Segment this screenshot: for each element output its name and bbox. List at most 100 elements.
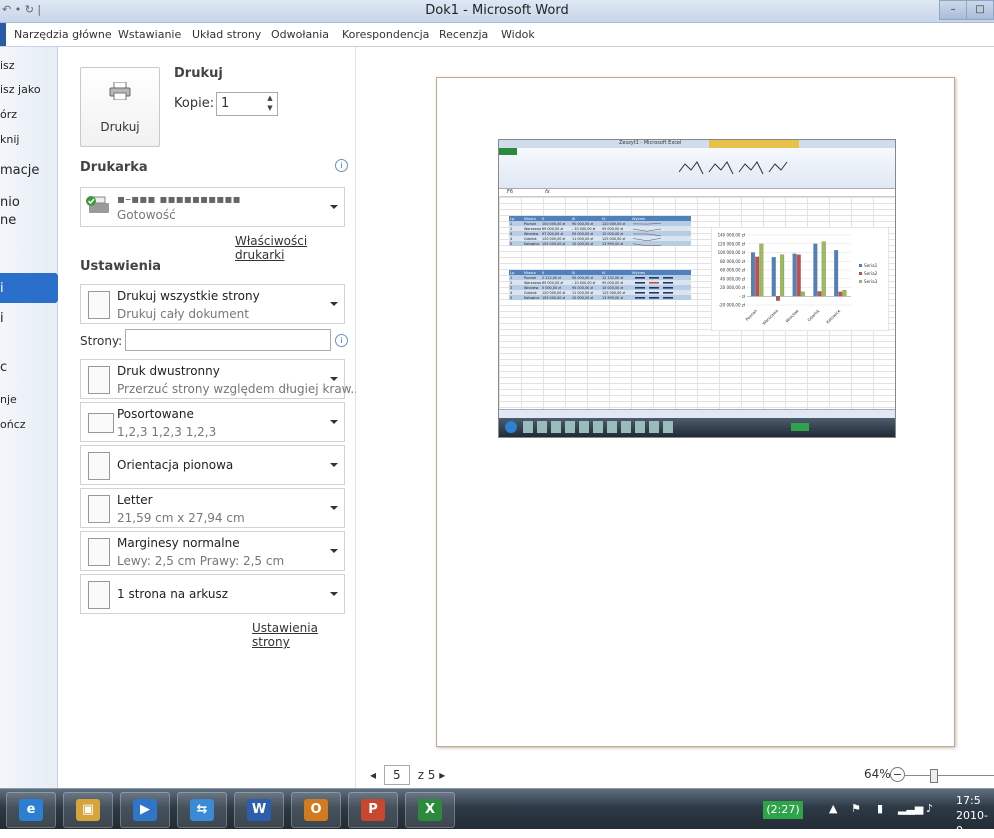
taskbar-app-word[interactable]: W	[234, 792, 284, 828]
paper-size-dropdown[interactable]: Letter 21,59 cm x 27,94 cm	[80, 488, 345, 528]
y-tick-label: 120 000,00 zł	[718, 241, 746, 246]
collate-dropdown[interactable]: Posortowane 1,2,3 1,2,3 1,2,3	[80, 402, 345, 442]
pages-info-icon[interactable]: i	[335, 334, 348, 347]
table1-cell: 120 000,00 zł	[602, 222, 625, 226]
nav-recent[interactable]: nio	[0, 195, 20, 210]
printer-info-icon[interactable]: i	[335, 159, 348, 172]
tab-insert[interactable]: Wstawianie	[118, 28, 181, 41]
table1-cell: 125 000,00 zł	[602, 237, 625, 241]
printer-dropdown[interactable]: ▪–▪▪▪ ▪▪▪▪▪▪▪▪▪▪ Gotowość	[80, 187, 345, 227]
pages-input[interactable]	[125, 329, 331, 351]
power-icon[interactable]: ▮	[877, 802, 883, 815]
chevron-down-icon	[330, 506, 338, 510]
embedded-taskbar	[499, 418, 895, 437]
taskbar-app-outlook[interactable]: O	[291, 792, 341, 828]
table2-cell: 5 000,00 zł	[542, 286, 561, 290]
clock-time: 17:5	[956, 794, 981, 807]
table1-cell: 120 000,00 zł	[542, 237, 565, 241]
preview-page: Zeszyt1 - Microsoft Excel F6 fx Lp. Miast…	[436, 77, 955, 747]
table2-cell: Wrocław	[524, 286, 538, 290]
nav-info[interactable]: macje	[0, 163, 39, 178]
table2-cell: 90 000,00 zł	[572, 276, 593, 280]
winloss-mark	[663, 282, 673, 284]
network-icon[interactable]: ▂▃▅	[898, 802, 923, 815]
zoom-out-icon[interactable]: −	[890, 767, 905, 782]
tab-mailings[interactable]: Korespondencja	[342, 28, 429, 41]
prev-page-icon[interactable]: ◂	[370, 768, 376, 782]
next-page-icon[interactable]: ▸	[439, 768, 445, 782]
current-page-input[interactable]: 5	[383, 765, 410, 785]
table1-cell: 13 999,00 zł	[602, 242, 623, 246]
zoom-slider-thumb[interactable]	[930, 769, 938, 783]
page-setup-link[interactable]: Ustawienia strony	[252, 621, 355, 649]
table1-cell: 10 000,00 zł	[602, 232, 623, 236]
taskbar-app-excel[interactable]: X	[405, 792, 455, 828]
legend-swatch	[859, 264, 862, 267]
table2-header	[509, 270, 691, 275]
print-range-dropdown[interactable]: Drukuj wszystkie strony Drukuj cały doku…	[80, 284, 345, 324]
orientation-label: Orientacja pionowa	[117, 458, 234, 472]
tab-view[interactable]: Widok	[501, 28, 535, 41]
print-button[interactable]: Drukuj	[80, 67, 160, 147]
table2-cell: Gdańsk	[524, 291, 537, 295]
nav-open[interactable]: órz	[0, 108, 17, 121]
orientation-dropdown[interactable]: Orientacja pionowa	[80, 445, 345, 485]
nav-help[interactable]: c	[0, 360, 7, 375]
explorer-icon: ▣	[76, 799, 100, 821]
table1-cell: 95 000,00 zł	[602, 227, 623, 231]
table1-cell: 95 000,00 zł	[572, 232, 593, 236]
printer-properties-link[interactable]: Właściwości drukarki	[235, 234, 355, 262]
tab-home[interactable]: Narzędzia główne	[14, 28, 112, 41]
nav-close[interactable]: knij	[0, 133, 19, 146]
bar-seria2	[755, 256, 760, 297]
tab-page-layout[interactable]: Układ strony	[192, 28, 261, 41]
taskbar-app-sync[interactable]: ⇆	[177, 792, 227, 828]
tab-review[interactable]: Recenzja	[439, 28, 488, 41]
tray-expand-icon[interactable]: ▲	[829, 802, 837, 815]
nav-exit[interactable]: ończ	[0, 418, 26, 431]
nav-options[interactable]: nje	[0, 393, 17, 406]
word-icon: W	[247, 799, 271, 821]
copies-stepper[interactable]: 1 ▲ ▼	[216, 92, 278, 116]
taskbar-app-explorer[interactable]: ▣	[63, 792, 113, 828]
printer-ready-icon	[86, 196, 109, 213]
nav-new[interactable]: ne	[0, 213, 16, 228]
embedded-chart: 140 000,00 zł 120 000,00 zł 100 000,00 zł 8…	[711, 227, 889, 331]
bar-seria1	[813, 243, 818, 297]
action-center-icon[interactable]: ⚑	[851, 802, 861, 815]
table2-cell: 120 000,00 zł	[542, 291, 565, 295]
tab-references[interactable]: Odwołania	[271, 28, 329, 41]
nav-save-as[interactable]: isz jako	[0, 83, 41, 96]
table1-header	[509, 216, 691, 221]
pages-per-sheet-dropdown[interactable]: 1 strona na arkusz	[80, 574, 345, 614]
zoom-slider[interactable]	[904, 775, 994, 776]
taskbar-app-powerpoint[interactable]: P	[348, 792, 398, 828]
collate-sublabel: 1,2,3 1,2,3 1,2,3	[117, 425, 217, 439]
taskbar-app-ie[interactable]: e	[6, 792, 56, 828]
margins-sublabel: Lewy: 2,5 cm Prawy: 2,5 cm	[117, 554, 285, 568]
copies-spin-icon[interactable]: ▲ ▼	[263, 93, 277, 115]
minimize-button[interactable]: –	[939, 0, 967, 20]
nav-save[interactable]: isz	[0, 59, 15, 72]
nav-share[interactable]: i	[0, 311, 4, 326]
duplex-icon	[88, 366, 110, 394]
volume-icon[interactable]: ♪	[926, 802, 933, 815]
table2-cell: 95 000,00 zł	[572, 286, 593, 290]
excel-title-bar: Zeszyt1 - Microsoft Excel	[499, 140, 895, 148]
backstage-nav: isz isz jako órz knij macje nio ne i i c…	[0, 47, 68, 788]
y-tick-label: 140 000,00 zł	[718, 233, 746, 238]
battery-indicator[interactable]: (2:27)	[763, 801, 803, 819]
duplex-dropdown[interactable]: Druk dwustronny Przerzuć strony względem…	[80, 359, 362, 399]
taskbar-app-media-player[interactable]: ▶	[120, 792, 170, 828]
table2-cell: - 10 000,00 zł	[572, 281, 595, 285]
taskbar: e ▣ ▶ ⇆ W O P X (2:27) ▲ ⚑ ▮ ▂▃▅ ♪ 17:5 2010-0	[0, 788, 994, 837]
winloss-mark	[649, 287, 659, 289]
clock[interactable]: 17:5 2010-0	[956, 793, 994, 838]
margins-dropdown[interactable]: Marginesy normalne Lewy: 2,5 cm Prawy: 2…	[80, 531, 345, 571]
nav-print-selected[interactable]: i	[0, 273, 68, 303]
maximize-button[interactable]: □	[966, 0, 994, 20]
table1-cell: 100 000,00 zł	[542, 222, 565, 226]
y-tick-label: 20 000,00 zł	[720, 285, 746, 290]
tab-file[interactable]	[0, 23, 6, 46]
excel-status-bar	[499, 409, 895, 418]
